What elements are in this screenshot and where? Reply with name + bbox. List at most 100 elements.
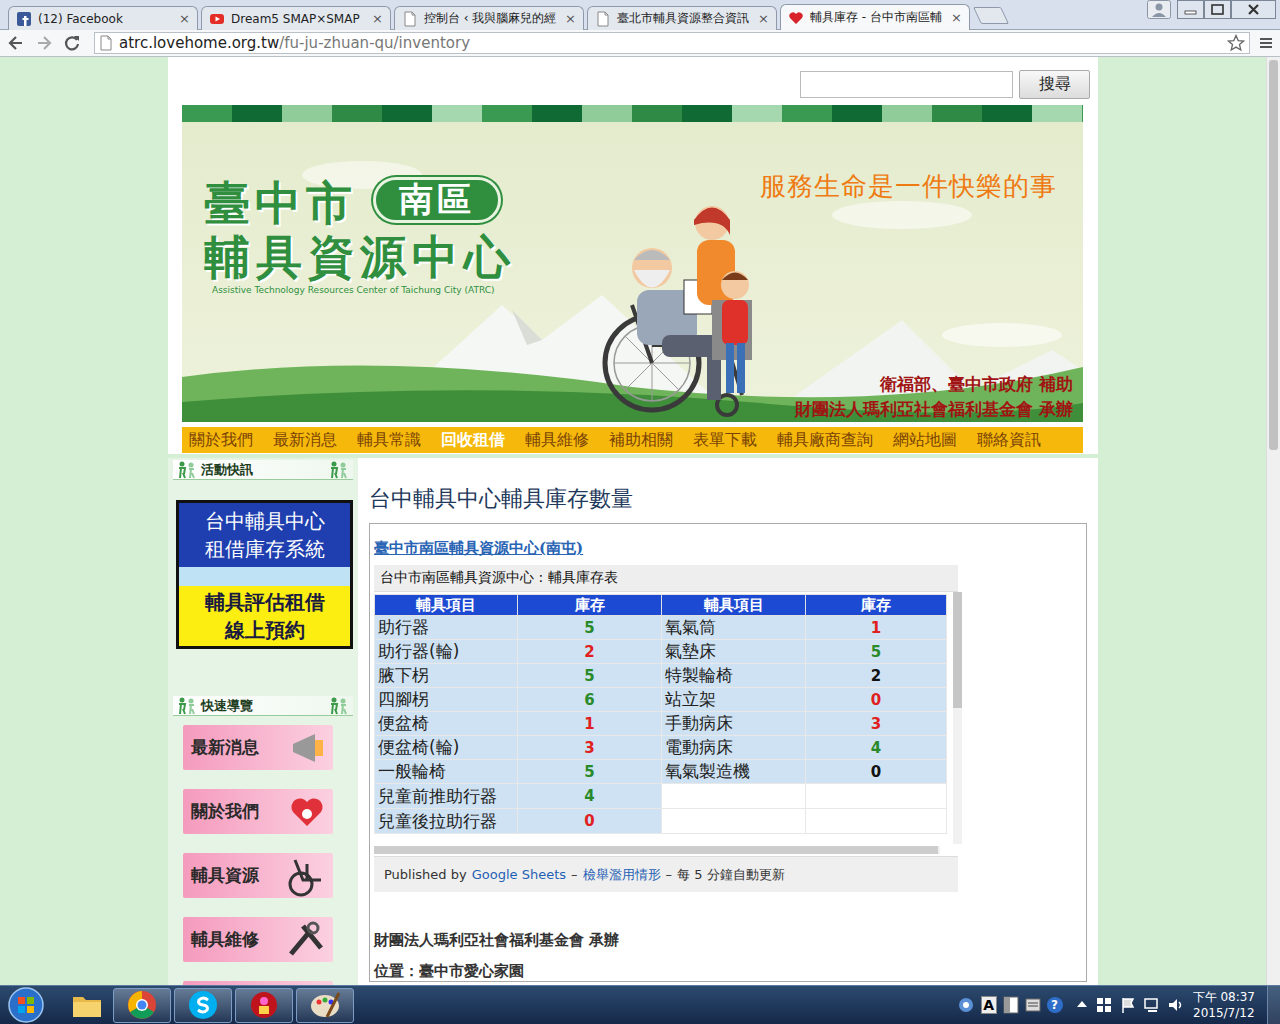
nav-item[interactable]: 輔具維修 <box>525 430 589 451</box>
nav-item[interactable]: 最新消息 <box>273 430 337 451</box>
new-tab-button[interactable] <box>973 7 1009 24</box>
tab-close-button[interactable]: × <box>372 11 383 26</box>
show-desktop-button[interactable] <box>1267 986 1280 1024</box>
table-row: 助行器(輪)2氣墊床5 <box>375 640 947 664</box>
ime-keyboard-icon[interactable] <box>1025 996 1041 1014</box>
footer-link[interactable]: 檢舉濫用情形 <box>583 866 661 884</box>
tab-strip: (12) Facebook×Dream5 SMAP×SMAP×控制台 ‹ 我與腦… <box>0 0 1280 30</box>
nav-item[interactable]: 網站地圖 <box>893 430 957 451</box>
tab-label: 輔具庫存 - 台中市南區輔 <box>810 9 947 26</box>
reload-icon[interactable] <box>62 33 82 53</box>
nav-item[interactable]: 聯絡資訊 <box>977 430 1041 451</box>
start-orb-icon[interactable] <box>6 986 46 1024</box>
nav-item[interactable]: 輔具廠商查詢 <box>777 430 873 451</box>
maximize-icon[interactable] <box>1204 0 1231 19</box>
close-icon[interactable] <box>1231 0 1276 19</box>
site-footer: 財團法人瑪利亞社會福利基金會 承辦位置：臺中市愛心家園 <box>374 930 1082 981</box>
scrollbar-thumb[interactable] <box>953 592 962 708</box>
browser-tab[interactable]: 控制台 ‹ 我與腦麻兒的經× <box>394 6 584 30</box>
sheet-link[interactable]: 臺中市南區輔具資源中心(南屯) <box>374 538 1082 558</box>
tools-icon <box>285 918 329 962</box>
online-booking-link[interactable]: 輔具評估租借線上預約 <box>179 586 350 646</box>
tab-close-button[interactable]: × <box>951 10 962 25</box>
volume-icon[interactable] <box>1167 996 1185 1014</box>
ime-mode[interactable]: A <box>981 996 997 1014</box>
banner-credit: 財團法人瑪利亞社會福利基金會 承辦 <box>795 398 1073 421</box>
nav-item[interactable]: 補助相關 <box>609 430 673 451</box>
item-cell: 特製輪椅 <box>662 664 806 688</box>
banner-slogan: 服務生命是一件快樂的事 <box>760 169 1057 204</box>
stock-cell: 1 <box>518 712 662 736</box>
table-row: 四腳柺6站立架0 <box>375 688 947 712</box>
table-row: 兒童前推助行器4 <box>375 784 947 809</box>
nav-item[interactable]: 輔具常識 <box>357 430 421 451</box>
tab-label: Dream5 SMAP×SMAP <box>231 12 368 26</box>
star-icon[interactable] <box>1227 34 1245 52</box>
column-header: 庫存 <box>518 595 662 616</box>
search-button[interactable]: 搜尋 <box>1019 70 1090 99</box>
browser-tab[interactable]: 輔具庫存 - 台中市南區輔 × <box>780 4 970 30</box>
item-cell: 腋下柺 <box>375 664 518 688</box>
back-arrow-icon[interactable] <box>6 33 26 53</box>
nav-item[interactable]: 回收租借 <box>441 430 505 451</box>
footer-link[interactable]: Google Sheets <box>472 867 566 882</box>
tab-label: (12) Facebook <box>38 12 175 26</box>
forward-arrow-icon[interactable] <box>34 33 54 53</box>
column-header: 輔具項目 <box>375 595 518 616</box>
clock[interactable]: 下午 08:372015/7/12 <box>1193 989 1255 1021</box>
search-input[interactable] <box>800 71 1013 98</box>
ime-shape-icon[interactable] <box>1003 996 1019 1014</box>
taskbar-button[interactable] <box>296 988 354 1023</box>
menu-icon[interactable] <box>1258 35 1274 51</box>
stock-cell: 2 <box>518 640 662 664</box>
sheet-footer: Published byGoogle Sheets–檢舉濫用情形–每 5 分鐘自… <box>374 856 958 892</box>
browser-tab[interactable]: 臺北市輔具資源整合資訊× <box>587 6 777 30</box>
nav-item[interactable]: 表單下載 <box>693 430 757 451</box>
quick-link[interactable]: 輔具維修 <box>183 917 333 962</box>
url-host: atrc.lovehome.org.tw <box>119 34 279 52</box>
wheelchair-icon <box>285 854 329 898</box>
expand-tray-icon[interactable] <box>1075 998 1089 1012</box>
sheet-frame: 臺中市南區輔具資源中心(南屯)台中市南區輔具資源中心 : 輔具庫存表輔具項目庫存… <box>369 523 1087 982</box>
tab-close-button[interactable]: × <box>758 11 769 26</box>
minimize-icon[interactable] <box>1177 0 1204 19</box>
taskbar-button[interactable] <box>64 988 110 1023</box>
chrome-icon <box>124 987 160 1023</box>
item-cell: 氣墊床 <box>662 640 806 664</box>
sheet-vertical-scrollbar[interactable] <box>953 592 962 844</box>
tab-close-button[interactable]: × <box>179 11 190 26</box>
inventory-system-link[interactable]: 台中輔具中心租借庫存系統 <box>179 503 350 567</box>
windows-icon[interactable] <box>1095 996 1113 1014</box>
browser-tab[interactable]: (12) Facebook × <box>8 6 198 30</box>
taskbar-button[interactable] <box>174 988 232 1023</box>
page-container: 搜尋臺中市南區輔具資源中心Assistive Technology Resour… <box>168 57 1098 985</box>
stock-cell: 4 <box>806 736 947 760</box>
promo-divider <box>179 567 350 586</box>
nav-item[interactable]: 關於我們 <box>189 430 253 451</box>
rental-promo[interactable]: 台中輔具中心租借庫存系統輔具評估租借線上預約 <box>176 500 353 649</box>
address-bar[interactable]: atrc.lovehome.org.tw/fu-ju-zhuan-qu/inve… <box>94 32 1250 54</box>
item-cell: 兒童後拉助行器 <box>375 809 518 834</box>
language-icon[interactable] <box>957 996 975 1014</box>
flag-icon[interactable] <box>1119 996 1137 1014</box>
network-icon[interactable] <box>1143 996 1161 1014</box>
item-cell: 助行器(輪) <box>375 640 518 664</box>
taskbar-button[interactable] <box>235 988 293 1023</box>
empty-cell <box>662 784 806 809</box>
quick-link[interactable]: 最新消息 <box>183 725 333 770</box>
sheet-horizontal-scrollbar[interactable] <box>374 846 940 854</box>
tab-close-button[interactable]: × <box>565 11 576 26</box>
scrollbar-thumb[interactable] <box>374 846 938 854</box>
browser-toolbar: atrc.lovehome.org.tw/fu-ju-zhuan-qu/inve… <box>0 30 1280 57</box>
table-header-row: 輔具項目庫存輔具項目庫存 <box>375 595 947 616</box>
help-button[interactable]: ? <box>1047 997 1063 1013</box>
quick-link-label: 輔具維修 <box>191 928 259 951</box>
quick-link[interactable]: 輔具資源 <box>183 853 333 898</box>
item-cell: 站立架 <box>662 688 806 712</box>
scrollbar-thumb[interactable] <box>1269 60 1278 450</box>
taskbar-button[interactable] <box>113 988 171 1023</box>
browser-tab[interactable]: Dream5 SMAP×SMAP × <box>201 6 391 30</box>
quick-link[interactable]: 關於我們 <box>183 789 333 834</box>
user-icon[interactable] <box>1147 0 1171 19</box>
page-scrollbar[interactable] <box>1266 57 1280 985</box>
